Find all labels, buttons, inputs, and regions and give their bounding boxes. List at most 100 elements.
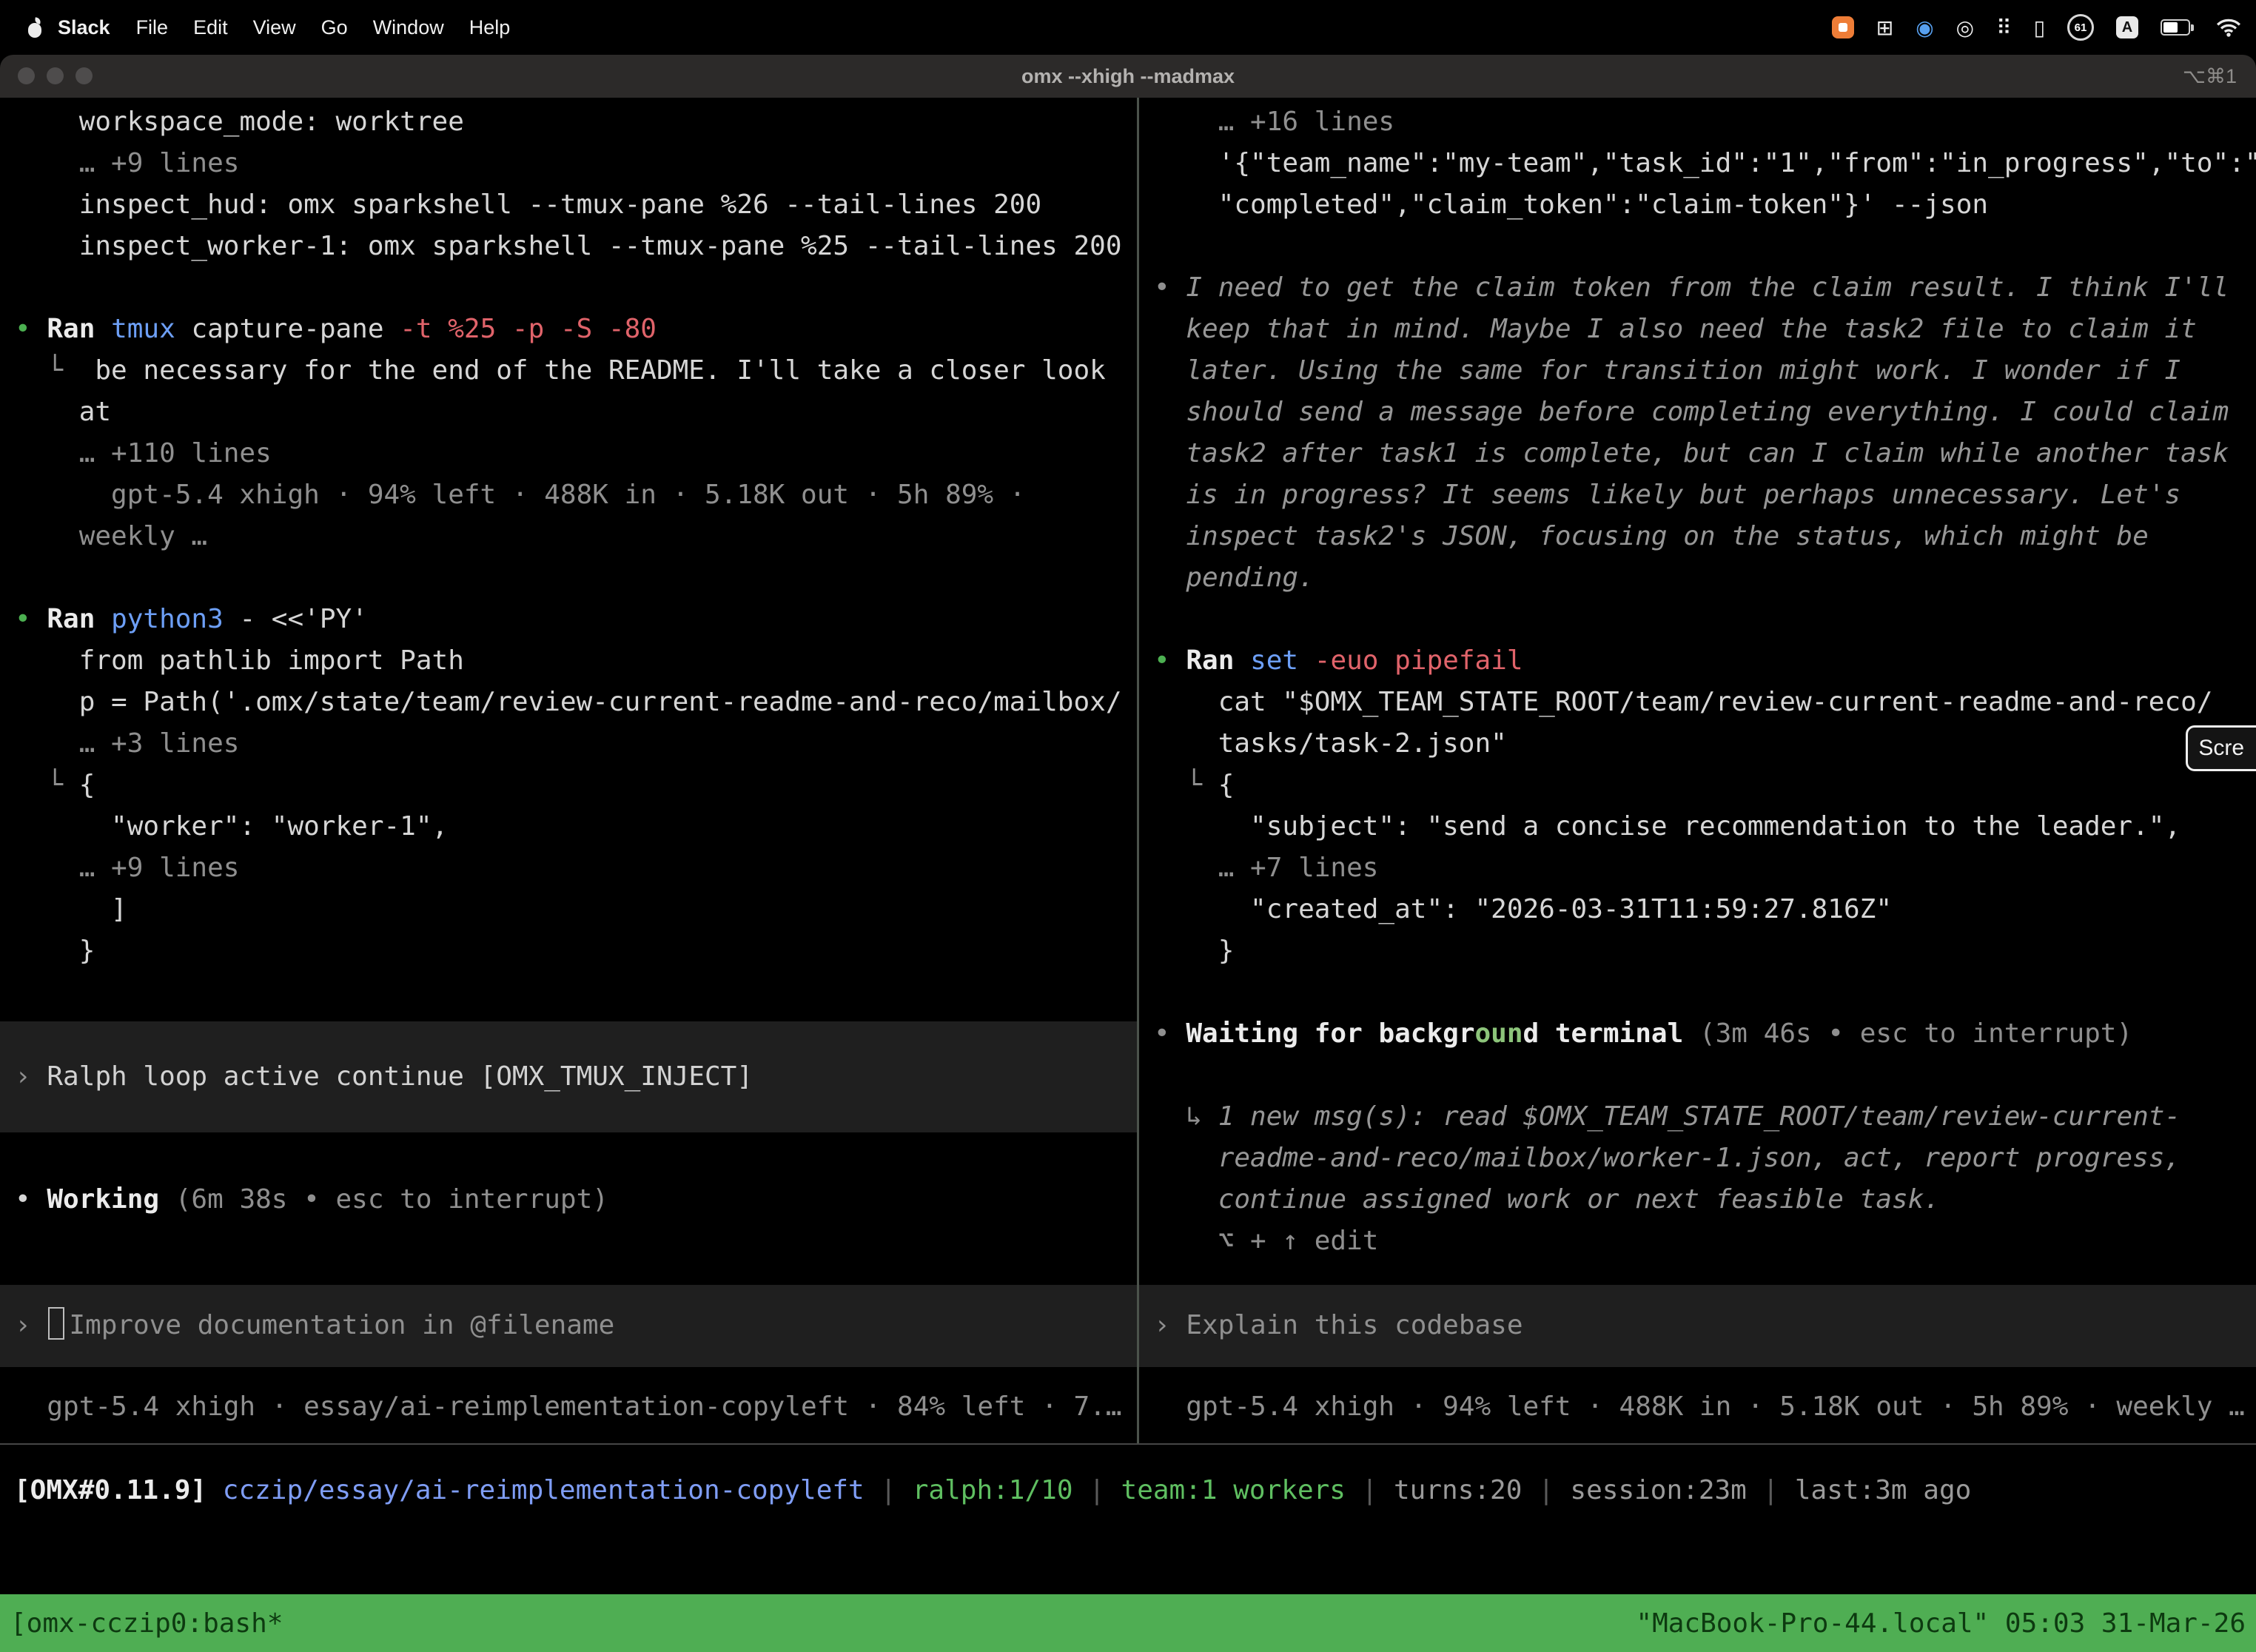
terminal-line: └ { <box>0 765 1137 806</box>
composer-input[interactable]: › Improve documentation in @filename <box>0 1285 1137 1367</box>
bottom-pane-border <box>0 1443 2256 1445</box>
terminal-gap <box>0 1132 1137 1179</box>
input-source-icon[interactable]: A <box>2116 16 2138 38</box>
working-status: • Working (6m 38s • esc to interrupt) <box>0 1179 1137 1220</box>
terminal-line: └ be necessary for the end of the README… <box>0 350 1137 392</box>
window-title: omx --xhigh --madmax <box>0 55 2256 98</box>
terminal-line: from pathlib import Path <box>0 640 1137 682</box>
terminal-gap <box>1139 1367 2256 1386</box>
menu-item-go[interactable]: Go <box>309 16 360 39</box>
terminal-line: … +110 lines <box>0 433 1137 474</box>
terminal-line: at <box>0 392 1137 433</box>
terminal-line: continue assigned work or next feasible … <box>1139 1179 2256 1220</box>
terminal-area: workspace_mode: worktree … +9 lines insp… <box>0 98 2256 1443</box>
terminal-line: … +7 lines <box>1139 847 2256 889</box>
terminal-line: inspect task2's JSON, focusing on the st… <box>1139 516 2256 557</box>
terminal-line: readme-and-reco/mailbox/worker-1.json, a… <box>1139 1138 2256 1179</box>
terminal-window: omx --xhigh --madmax ⌥⌘1 workspace_mode:… <box>0 55 2256 1652</box>
tmux-session-info: [omx-cczip0:bash* <box>10 1608 283 1639</box>
terminal-line: "completed","claim_token":"claim-token"}… <box>1139 184 2256 226</box>
menu-bar: Slack FileEditViewGoWindowHelp ⊞ ◉ ◎ ⠿ ▯… <box>0 0 2256 55</box>
screen-recording-indicator[interactable] <box>1832 16 1854 38</box>
menu-left: Slack FileEditViewGoWindowHelp <box>27 16 523 39</box>
menu-items: FileEditViewGoWindowHelp <box>124 16 523 39</box>
wifi-icon[interactable] <box>2216 15 2241 40</box>
terminal-line: keep that in mind. Maybe I also need the… <box>1139 309 2256 350</box>
terminal-line: "worker": "worker-1", <box>0 806 1137 847</box>
terminal-line: gpt-5.4 xhigh · 94% left · 488K in · 5.1… <box>0 474 1137 516</box>
terminal-gap <box>0 972 1137 1021</box>
terminal-line: is in progress? It seems likely but perh… <box>1139 474 2256 516</box>
edit-hint: ⌥ + ↑ edit <box>1139 1220 2256 1262</box>
screen-share-overlay[interactable]: Scre <box>2186 725 2256 771</box>
terminal-line: … +3 lines <box>0 723 1137 765</box>
battery-icon[interactable] <box>2161 15 2194 40</box>
terminal-line: p = Path('.omx/state/team/review-current… <box>0 682 1137 723</box>
menu-item-help[interactable]: Help <box>457 16 523 39</box>
model-status-footer: gpt-5.4 xhigh · 94% left · 488K in · 5.1… <box>1139 1386 2256 1428</box>
terminal-line: … +9 lines <box>0 847 1137 889</box>
terminal-line: … +16 lines <box>1139 101 2256 143</box>
waiting-status: • Waiting for background terminal (3m 46… <box>1139 1013 2256 1055</box>
stop-icon <box>1839 23 1847 32</box>
terminal-line: … +9 lines <box>0 143 1137 184</box>
terminal-line: pending. <box>1139 557 2256 599</box>
terminal-line: } <box>1139 930 2256 972</box>
terminal-line: '{"team_name":"my-team","task_id":"1","f… <box>1139 143 2256 184</box>
terminal-line: ↳ 1 new msg(s): read $OMX_TEAM_STATE_ROO… <box>1139 1096 2256 1138</box>
pill-app-icon[interactable]: ▯ <box>2034 15 2045 40</box>
terminal-line: • I need to get the claim token from the… <box>1139 267 2256 309</box>
menu-item-edit[interactable]: Edit <box>181 16 241 39</box>
dots-grid-icon[interactable]: ⠿ <box>1996 15 2012 40</box>
terminal-line: later. Using the same for transition mig… <box>1139 350 2256 392</box>
screen: Slack FileEditViewGoWindowHelp ⊞ ◉ ◎ ⠿ ▯… <box>0 0 2256 1652</box>
tmux-status-bar: [omx-cczip0:bash* "MacBook-Pro-44.local"… <box>0 1594 2256 1652</box>
terminal-line <box>1139 226 2256 267</box>
omx-status-line: [OMX#0.11.9] cczip/essay/ai-reimplementa… <box>0 1470 2256 1511</box>
terminal-line: task2 after task1 is complete, but can I… <box>1139 433 2256 474</box>
battery-gauge-icon[interactable]: 61 <box>2067 14 2094 41</box>
ring-app-icon[interactable]: ◎ <box>1956 15 1974 40</box>
terminal-line: • Ran python3 - <<'PY' <box>0 599 1137 640</box>
apple-menu-icon[interactable] <box>27 18 43 38</box>
traffic-lights <box>18 67 93 84</box>
composer-input[interactable]: › Explain this codebase <box>1139 1285 2256 1367</box>
left-terminal-pane[interactable]: workspace_mode: worktree … +9 lines insp… <box>0 98 1137 1443</box>
menu-item-window[interactable]: Window <box>360 16 457 39</box>
terminal-line: } <box>0 930 1137 972</box>
terminal-line: should send a message before completing … <box>1139 392 2256 433</box>
terminal-line <box>1139 599 2256 640</box>
menu-item-file[interactable]: File <box>124 16 181 39</box>
terminal-line: ] <box>0 889 1137 930</box>
zoom-button[interactable] <box>75 67 93 84</box>
window-titlebar[interactable]: omx --xhigh --madmax ⌥⌘1 <box>0 55 2256 98</box>
terminal-line: workspace_mode: worktree <box>0 101 1137 143</box>
model-status-footer: gpt-5.4 xhigh · essay/ai-reimplementatio… <box>0 1386 1137 1428</box>
blue-app-icon[interactable]: ◉ <box>1916 15 1933 40</box>
text-cursor <box>48 1307 64 1340</box>
menu-item-view[interactable]: View <box>241 16 309 39</box>
terminal-line <box>0 557 1137 599</box>
terminal-line: • Ran tmux capture-pane -t %25 -p -S -80 <box>0 309 1137 350</box>
grid-app-icon[interactable]: ⊞ <box>1876 15 1893 40</box>
window-shortcut-hint: ⌥⌘1 <box>2183 55 2237 98</box>
terminal-line: • Ran set -euo pipefail <box>1139 640 2256 682</box>
right-terminal-pane[interactable]: … +16 lines '{"team_name":"my-team","tas… <box>1139 98 2256 1443</box>
terminal-line: "created_at": "2026-03-31T11:59:27.816Z" <box>1139 889 2256 930</box>
terminal-line: cat "$OMX_TEAM_STATE_ROOT/team/review-cu… <box>1139 682 2256 723</box>
terminal-gap <box>0 1220 1137 1285</box>
tmux-host-time: "MacBook-Pro-44.local" 05:03 31-Mar-26 <box>1636 1608 2246 1639</box>
inject-banner: › Ralph loop active continue [OMX_TMUX_I… <box>0 1021 1137 1132</box>
menu-app-name[interactable]: Slack <box>46 16 124 39</box>
close-button[interactable] <box>18 67 35 84</box>
minimize-button[interactable] <box>47 67 64 84</box>
terminal-line: tasks/task-2.json" <box>1139 723 2256 765</box>
terminal-line: └ { <box>1139 765 2256 806</box>
terminal-line: inspect_worker-1: omx sparkshell --tmux-… <box>0 226 1137 267</box>
terminal-line: inspect_hud: omx sparkshell --tmux-pane … <box>0 184 1137 226</box>
terminal-gap <box>0 1367 1137 1386</box>
menubar-status-icons: ⊞ ◉ ◎ ⠿ ▯ 61 A <box>1832 14 2241 41</box>
terminal-line: "subject": "send a concise recommendatio… <box>1139 806 2256 847</box>
terminal-line: weekly … <box>0 516 1137 557</box>
terminal-gap <box>1139 1262 2256 1285</box>
